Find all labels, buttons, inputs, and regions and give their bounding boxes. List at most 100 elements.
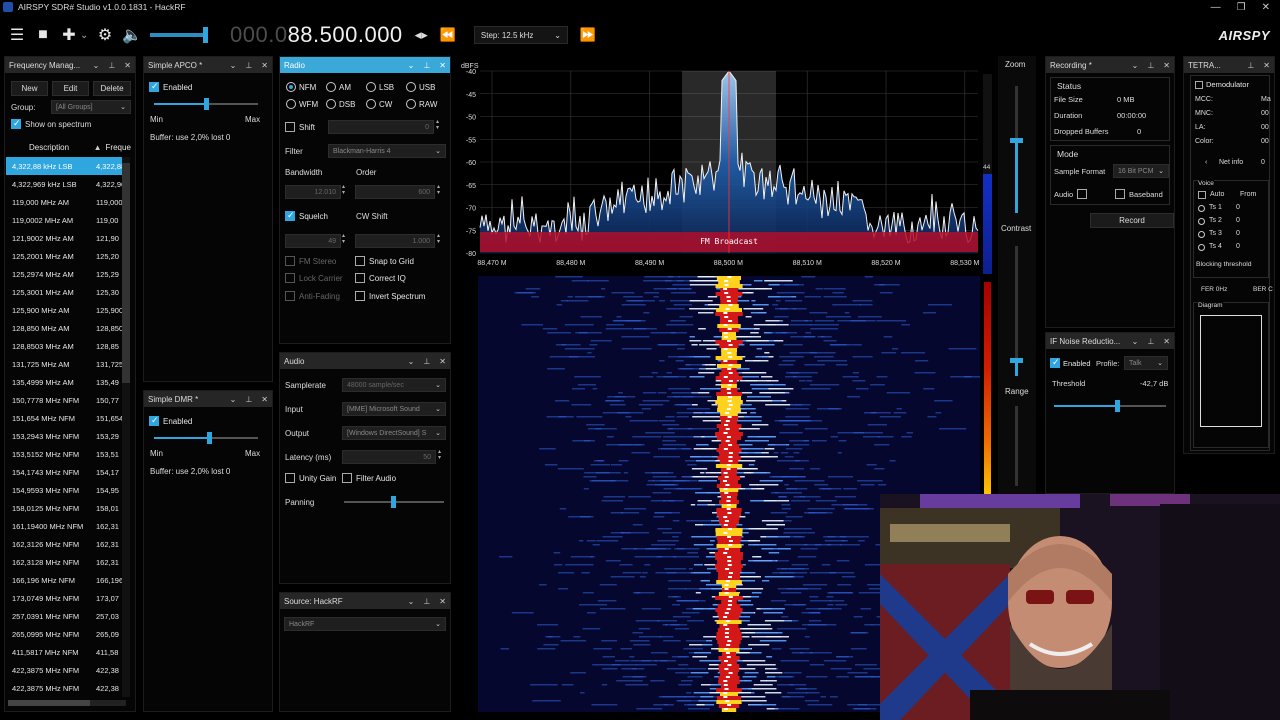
delete-button[interactable]: Delete [93, 81, 131, 96]
list-item[interactable]: 161,19400 MHz NFM 162,31 [6, 517, 130, 535]
gear-icon[interactable]: ⚙ [96, 25, 114, 45]
mode-radio[interactable] [286, 82, 296, 92]
chevron-down-icon[interactable]: ⌄ [408, 61, 415, 70]
close-icon[interactable]: ✕ [439, 357, 446, 366]
auto-checkbox[interactable] [1198, 191, 1206, 199]
chevron-down-icon[interactable]: ⌄ [1132, 337, 1139, 346]
chevron-down-icon[interactable]: ⌄ [93, 61, 100, 70]
mode-radio[interactable] [286, 99, 296, 109]
mode-option-dsb[interactable]: DSB [326, 99, 355, 109]
pin-icon[interactable]: ⊥ [245, 61, 252, 70]
sample-format-select[interactable]: 16 Bit PCM ⌄ [1113, 164, 1169, 178]
apco-slider[interactable] [154, 98, 258, 110]
list-item[interactable]: 265,0995 MHz NFM 265,09 [6, 625, 130, 643]
close-icon[interactable]: ✕ [439, 61, 446, 70]
mode-radio[interactable] [406, 99, 416, 109]
step-back-icon[interactable]: ⏪ [440, 27, 456, 43]
list-scrollbar[interactable] [122, 157, 130, 697]
invert-spectrum-checkbox[interactable] [355, 291, 365, 301]
spectrum-plot[interactable]: -40 -45 -50 -55 -60 -65 -70 -75 -8088,470 M 88,48… [458, 57, 998, 272]
range-slider[interactable] [1015, 406, 1018, 486]
step-forward-icon[interactable]: ⏩ [580, 27, 596, 43]
show-on-spectrum-checkbox[interactable] [11, 118, 21, 129]
dmr-enabled-checkbox[interactable] [149, 415, 159, 426]
spectrum-analyzer[interactable]: -40 -45 -50 -55 -60 -65 -70 -75 -80 88,470 M 88,48… [458, 57, 998, 272]
edit-button[interactable]: Edit [52, 81, 89, 96]
list-item[interactable]: 151,654 MHz NFM 151,654 [6, 409, 130, 427]
pin-icon[interactable]: ⊥ [423, 357, 430, 366]
list-item[interactable]: 173,0749 MHz NFM 173,07 [6, 589, 130, 607]
threshold-slider[interactable] [1054, 400, 1166, 412]
apco-enabled-checkbox[interactable] [149, 81, 159, 92]
list-item[interactable]: 162,3128 MHz NFM 162,31 [6, 553, 130, 571]
source-select[interactable]: HackRF ⌄ [284, 617, 446, 631]
mode-option-raw[interactable]: RAW [406, 99, 437, 109]
step-select[interactable]: Step: 12.5 kHz ⌄ [473, 26, 568, 44]
list-hscrollbar[interactable] [8, 700, 126, 706]
timeslot-radio[interactable] [1198, 218, 1205, 225]
spinner-icon[interactable]: ▴ ▾ [437, 233, 440, 245]
list-item[interactable]: 166,196 MHz NFM 166,196 [6, 571, 130, 589]
speaker-icon[interactable]: 🔈 [122, 25, 142, 45]
pin-icon[interactable]: ⊥ [245, 395, 252, 404]
mode-option-wfm[interactable]: WFM [286, 99, 318, 109]
list-item[interactable]: 411,5817 MHz NFM 411,58 [6, 643, 130, 661]
menu-icon[interactable]: ☰ [8, 25, 26, 45]
chevron-down-icon[interactable]: ⌄ [230, 395, 237, 404]
list-item[interactable]: 135,4999 MHz AM 135,49 [6, 373, 130, 391]
stop-icon[interactable]: ■ [34, 26, 52, 44]
dmr-slider[interactable] [154, 432, 258, 444]
chevron-down-icon[interactable]: ⌄ [408, 357, 415, 366]
filter-audio-checkbox[interactable] [342, 473, 352, 483]
chevron-down-icon[interactable]: ⌄ [408, 597, 415, 606]
close-icon[interactable]: ✕ [261, 61, 268, 70]
list-item[interactable]: 257,0391 MHz NFM 257,03 [6, 607, 130, 625]
mode-radio[interactable] [366, 99, 376, 109]
shift-checkbox[interactable] [285, 122, 295, 132]
record-button[interactable]: Record [1090, 213, 1174, 228]
samplerate-select[interactable]: 48000 sample/sec ⌄ [342, 378, 446, 392]
add-icon[interactable]: ✚ [60, 25, 78, 45]
mode-radio[interactable] [326, 99, 336, 109]
mode-option-usb[interactable]: USB [406, 82, 435, 92]
mode-radio[interactable] [406, 82, 416, 92]
lock-carrier-checkbox[interactable] [285, 273, 295, 283]
pin-icon[interactable]: ⊥ [1147, 337, 1154, 346]
maximize-icon[interactable]: ❐ [1237, 2, 1246, 13]
timeslot-radio[interactable] [1198, 244, 1205, 251]
list-item[interactable]: 422,3875 MHz NFM 422,38 [6, 679, 130, 697]
shift-input[interactable]: 0 [328, 120, 434, 134]
minimize-icon[interactable]: — [1211, 2, 1221, 13]
list-item[interactable]: 125,900 MHz AM 125,900 [6, 301, 130, 319]
list-item[interactable]: 125,2974 MHz AM 125,29 [6, 265, 130, 283]
input-select[interactable]: [MME] Microsoft Sound ⌄ [342, 402, 446, 416]
squelch-input[interactable]: 49 [285, 234, 341, 248]
list-item[interactable]: 125,3001 MHz AM 125,30 [6, 283, 130, 301]
list-item[interactable]: 121,9002 MHz AM 121,90 [6, 229, 130, 247]
zoom-slider[interactable] [1010, 86, 1023, 213]
pin-icon[interactable]: ⊥ [1247, 61, 1254, 70]
contrast-slider[interactable] [1010, 246, 1023, 376]
filter-select[interactable]: Blackman-Harris 4 ⌄ [328, 144, 446, 158]
list-item[interactable]: 150,7778 MHz NFM 150,77 [6, 391, 130, 409]
frequency-column-header[interactable]: Freque [102, 143, 131, 152]
mode-option-am[interactable]: AM [326, 82, 351, 92]
mode-option-lsb[interactable]: LSB [366, 82, 394, 92]
demodulator-checkbox[interactable] [1195, 80, 1203, 89]
mode-option-cw[interactable]: CW [366, 99, 392, 109]
mode-option-nfm[interactable]: NFM [286, 82, 316, 92]
list-item[interactable]: 119,000 MHz AM 119,000 [6, 193, 130, 211]
tune-swap-icon[interactable]: ◂▸ [415, 27, 428, 43]
list-item[interactable]: 128,8503 MHz AM 128,85 [6, 337, 130, 355]
close-icon[interactable]: ✕ [1163, 61, 1170, 70]
close-icon[interactable]: ✕ [261, 395, 268, 404]
list-item[interactable]: 128,850 MHz AM 128,850 [6, 319, 130, 337]
fm-stereo-checkbox[interactable] [285, 256, 295, 266]
unity-gain-checkbox[interactable] [285, 473, 295, 483]
description-column-header[interactable]: Description [7, 143, 94, 152]
timeslot-radio[interactable] [1198, 205, 1205, 212]
group-select[interactable]: [All Groups] ⌄ [51, 100, 131, 114]
pin-icon[interactable]: ⊥ [423, 597, 430, 606]
close-icon[interactable]: ✕ [1263, 61, 1270, 70]
list-item[interactable]: 4,322,88 kHz LSB 4,322,88 [6, 157, 130, 175]
